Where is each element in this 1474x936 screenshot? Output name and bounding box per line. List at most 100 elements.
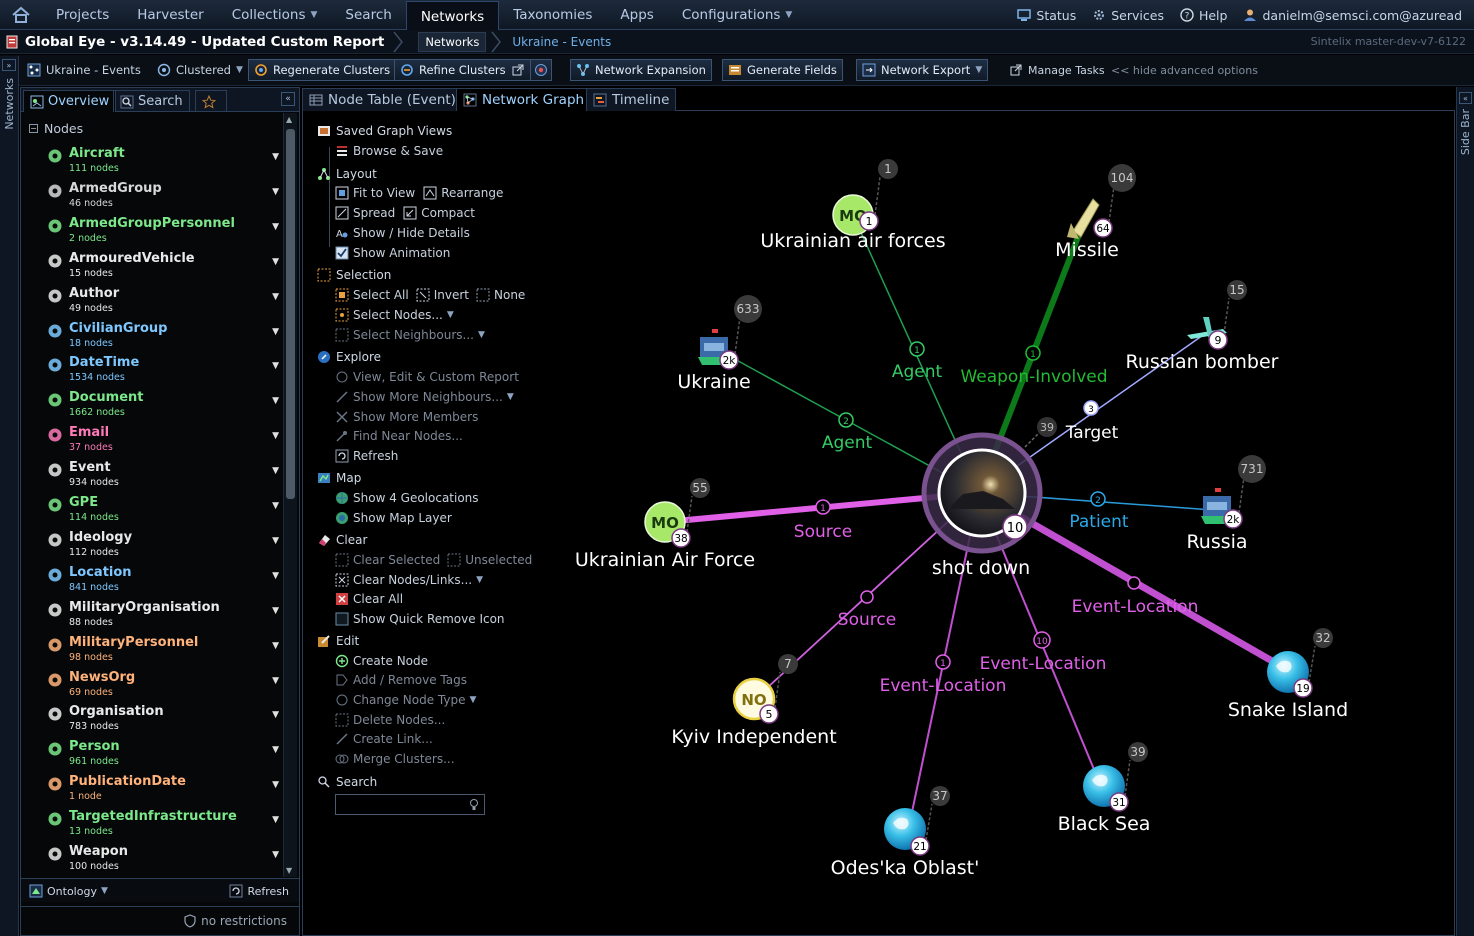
- scroll-up-icon[interactable]: ▲: [286, 115, 292, 124]
- node-corner-count: 731: [1241, 462, 1264, 476]
- refresh-ontology-button[interactable]: Refresh: [229, 884, 289, 898]
- tab-favourites[interactable]: [195, 90, 227, 112]
- collapse-left-panel-button[interactable]: «: [281, 92, 295, 106]
- chevron-down-icon[interactable]: ▼: [272, 431, 279, 441]
- node-type-item[interactable]: PublicationDate 1 node ▼: [47, 772, 279, 806]
- node-type-item[interactable]: ArmedGroup 46 nodes ▼: [47, 179, 279, 213]
- chevron-down-icon[interactable]: ▼: [272, 361, 279, 371]
- network-expansion-button[interactable]: Network Expansion: [570, 59, 712, 81]
- nav-item-projects[interactable]: Projects: [42, 0, 123, 30]
- tab-network-graph[interactable]: Network Graph: [456, 88, 592, 111]
- chevron-down-icon[interactable]: ▼: [272, 327, 279, 337]
- nav-item-taxonomies[interactable]: Taxonomies: [499, 0, 606, 30]
- node-type-item[interactable]: Event 934 nodes ▼: [47, 458, 279, 492]
- scroll-down-icon[interactable]: ▼: [286, 866, 292, 875]
- node-type-item[interactable]: Weapon 100 nodes ▼: [47, 842, 279, 872]
- node-missile[interactable]: 104 64 Missile: [1055, 164, 1136, 261]
- restrictions-label: no restrictions: [201, 914, 287, 928]
- chevron-down-icon[interactable]: ▼: [272, 222, 279, 232]
- scrollbar-thumb[interactable]: [286, 129, 295, 499]
- chevron-down-icon[interactable]: ▼: [272, 292, 279, 302]
- clustered-dropdown[interactable]: Clustered ▼: [152, 59, 248, 81]
- chevron-down-icon[interactable]: ▼: [272, 710, 279, 720]
- nav-item-collections[interactable]: Collections ▼: [218, 0, 332, 30]
- node-uaf[interactable]: 1MO1Ukrainian air forces: [760, 159, 946, 252]
- services-link[interactable]: Services: [1088, 8, 1168, 23]
- node-corner-count: 633: [737, 302, 760, 316]
- node-type-item[interactable]: NewsOrg 69 nodes ▼: [47, 668, 279, 702]
- node-type-item[interactable]: Organisation 783 nodes ▼: [47, 702, 279, 736]
- network-graph-canvas[interactable]: Saved Graph Views Browse & Save Layout F…: [302, 111, 1455, 936]
- chevron-down-icon[interactable]: ▼: [272, 257, 279, 267]
- nav-item-apps[interactable]: Apps: [606, 0, 667, 30]
- node-kyiv[interactable]: 7 NO5 Kyiv Independent: [671, 654, 837, 748]
- breadcrumb-networks[interactable]: Networks: [418, 31, 487, 52]
- user-menu[interactable]: danielm@semsci.com@azuread: [1239, 8, 1466, 23]
- chevron-down-icon[interactable]: ▼: [272, 571, 279, 581]
- node-type-item[interactable]: GPE 114 nodes ▼: [47, 493, 279, 527]
- node-ukraine[interactable]: 633 2k Ukraine: [677, 295, 762, 393]
- chevron-down-icon[interactable]: ▼: [272, 850, 279, 860]
- expand-side-bar-icon[interactable]: «: [1459, 92, 1472, 104]
- refine-clusters-button[interactable]: Refine Clusters: [394, 59, 531, 81]
- networks-side-strip[interactable]: » Networks: [0, 56, 19, 936]
- tab-search[interactable]: Search: [113, 90, 190, 112]
- status-link[interactable]: Status: [1013, 8, 1080, 23]
- nav-item-search[interactable]: Search: [331, 0, 405, 30]
- hide-advanced-options-link[interactable]: << hide advanced options: [1106, 59, 1263, 81]
- tab-node-table[interactable]: Node Table (Event): [302, 88, 463, 111]
- node-type-item[interactable]: Aircraft 111 nodes ▼: [47, 144, 279, 178]
- nav-item-configurations[interactable]: Configurations ▼: [668, 0, 807, 30]
- node-type-item[interactable]: Location 841 nodes ▼: [47, 563, 279, 597]
- chevron-down-icon[interactable]: ▼: [272, 501, 279, 511]
- node-type-item[interactable]: Email 37 nodes ▼: [47, 423, 279, 457]
- node-snake[interactable]: 32 19 Snake Island: [1228, 628, 1348, 721]
- home-button[interactable]: [0, 0, 42, 30]
- nodes-header[interactable]: − Nodes: [29, 121, 83, 136]
- chevron-down-icon[interactable]: ▼: [272, 606, 279, 616]
- node-type-item[interactable]: MilitaryPersonnel 98 nodes ▼: [47, 633, 279, 667]
- chevron-down-icon[interactable]: ▼: [272, 536, 279, 546]
- regenerate-clusters-button[interactable]: Regenerate Clusters: [248, 59, 397, 81]
- manage-tasks-link[interactable]: Manage Tasks: [1004, 59, 1110, 81]
- node-type-item[interactable]: Author 49 nodes ▼: [47, 284, 279, 318]
- nav-item-networks[interactable]: Networks: [405, 0, 500, 32]
- node-odes[interactable]: 37 21 Odes'ka Oblast': [831, 786, 980, 879]
- node-black[interactable]: 39 31 Black Sea: [1058, 742, 1151, 835]
- center-node-shot-down[interactable]: 39 10 shot down: [921, 417, 1057, 579]
- chevron-down-icon[interactable]: ▼: [272, 396, 279, 406]
- node-type-item[interactable]: ArmedGroupPersonnel 2 nodes ▼: [47, 214, 279, 248]
- side-bar-strip[interactable]: « Side Bar: [1456, 87, 1474, 936]
- chevron-down-icon[interactable]: ▼: [272, 187, 279, 197]
- node-uaf2[interactable]: 55 MO38 Ukrainian Air Force: [575, 478, 755, 571]
- node-type-item[interactable]: TargetedInfrastructure 13 nodes ▼: [47, 807, 279, 841]
- cluster-settings-button[interactable]: [530, 59, 552, 81]
- node-russia[interactable]: 731 2k Russia: [1186, 455, 1266, 553]
- node-type-item[interactable]: Person 961 nodes ▼: [47, 737, 279, 771]
- node-type-item[interactable]: Document 1662 nodes ▼: [47, 388, 279, 422]
- node-type-item[interactable]: Ideology 112 nodes ▼: [47, 528, 279, 562]
- node-type-item[interactable]: ArmouredVehicle 15 nodes ▼: [47, 249, 279, 283]
- generate-fields-button[interactable]: Generate Fields: [722, 59, 843, 81]
- nav-item-harvester[interactable]: Harvester: [123, 0, 217, 30]
- node-type-item[interactable]: MilitaryOrganisation 88 nodes ▼: [47, 598, 279, 632]
- node-type-item[interactable]: CivilianGroup 18 nodes ▼: [47, 319, 279, 353]
- network-export-button[interactable]: Network Export ▼: [856, 59, 989, 81]
- node-list-scrollbar[interactable]: ▲ ▼: [283, 113, 297, 877]
- ontology-dropdown[interactable]: Ontology ▼: [29, 884, 108, 898]
- tab-overview[interactable]: Overview: [23, 90, 117, 112]
- node-badge: 9: [1215, 334, 1222, 347]
- chevron-down-icon[interactable]: ▼: [272, 466, 279, 476]
- chevron-down-icon[interactable]: ▼: [272, 152, 279, 162]
- chevron-down-icon[interactable]: ▼: [272, 745, 279, 755]
- expand-icon[interactable]: »: [2, 59, 16, 71]
- node-type-item[interactable]: DateTime 1534 nodes ▼: [47, 353, 279, 387]
- chevron-down-icon[interactable]: ▼: [272, 815, 279, 825]
- chevron-down-icon[interactable]: ▼: [272, 641, 279, 651]
- chevron-down-icon[interactable]: ▼: [272, 780, 279, 790]
- help-link[interactable]: ? Help: [1176, 8, 1232, 23]
- node-bomber[interactable]: 15 9 Russian bomber: [1126, 280, 1279, 373]
- network-graph-svg[interactable]: 1 1 3 2 2 1 10 1 Agent Weapon-Involved T…: [303, 111, 1455, 936]
- chevron-down-icon[interactable]: ▼: [272, 676, 279, 686]
- tab-timeline[interactable]: Timeline: [586, 88, 677, 111]
